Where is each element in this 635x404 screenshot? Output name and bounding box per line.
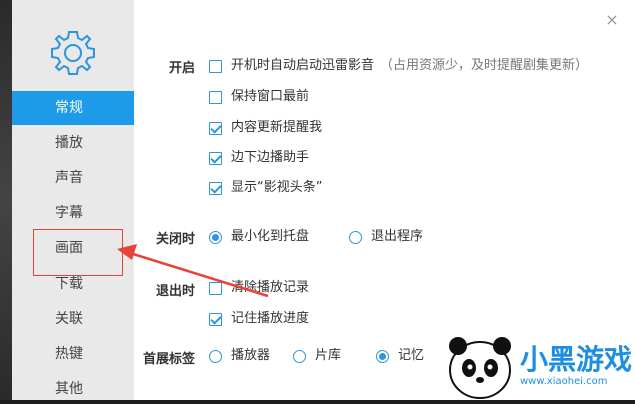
radio-minimize-to-tray[interactable]: 最小化到托盘 [209,227,309,247]
panda-logo-icon [449,337,511,399]
section-label-on-exit: 退出时 [155,284,195,299]
radio-circle[interactable] [376,349,389,363]
radio-exit-program[interactable]: 退出程序 [349,227,423,247]
section-label-startup: 开启 [168,61,195,76]
radio-circle[interactable] [293,349,306,363]
checkbox-always-on-top[interactable]: 保持窗口最前 [209,87,309,107]
checkbox-autostart[interactable]: 开机时自动启动迅雷影音 （占用资源少，及时提醒剧集更新） [209,56,588,76]
watermark-url: www.xiaohei.com [520,376,608,387]
checkbox-box[interactable] [209,312,222,326]
checkbox-label: 开机时自动启动迅雷影音 [231,58,375,73]
checkbox-box[interactable] [209,121,222,135]
checkbox-box[interactable] [209,151,222,165]
annotation-highlight-box [33,229,123,276]
site-watermark: 小黑游戏 www.xiaohei.com [440,318,635,400]
section-label-on-close: 关闭时 [155,232,195,247]
checkbox-label: 记住播放进度 [231,311,310,326]
checkbox-box[interactable] [209,90,222,104]
checkbox-update-notify[interactable]: 内容更新提醒我 [209,118,322,138]
checkbox-stream-helper[interactable]: 边下边播助手 [209,148,309,168]
watermark-title: 小黑游戏 [520,343,633,376]
radio-circle[interactable] [209,230,222,244]
checkbox-box[interactable] [209,181,222,195]
checkbox-label: 显示“影视头条” [231,180,323,195]
gear-icon [48,28,98,78]
radio-circle[interactable] [349,230,362,244]
checkbox-label: 保持窗口最前 [231,89,310,104]
radio-label: 退出程序 [371,229,424,244]
background-window-edge [0,0,12,400]
checkbox-label: 清除播放记录 [231,280,310,295]
radio-label: 最小化到托盘 [231,229,310,244]
radio-label: 播放器 [231,348,271,363]
checkbox-show-headlines[interactable]: 显示“影视头条” [209,178,322,198]
close-icon[interactable]: × [605,12,619,28]
radio-label: 记忆 [398,348,425,363]
checkbox-box[interactable] [209,59,222,73]
checkbox-remember-progress[interactable]: 记住播放进度 [209,309,309,329]
sidebar-item-other[interactable]: 其他 [12,372,134,400]
checkbox-label: 边下边播助手 [231,150,310,165]
section-label-home-tab: 首展标签 [142,352,195,367]
radio-home-player[interactable]: 播放器 [209,346,270,366]
sidebar-item-association[interactable]: 关联 [12,302,134,336]
checkbox-box[interactable] [209,281,222,295]
checkbox-label: 内容更新提醒我 [231,120,323,135]
checkbox-hint: （占用资源少，及时提醒剧集更新） [380,58,589,73]
sidebar-item-general[interactable]: 常规 [12,91,134,125]
checkbox-clear-history[interactable]: 清除播放记录 [209,278,309,298]
radio-home-library[interactable]: 片库 [293,346,341,366]
radio-home-memory[interactable]: 记忆 [376,346,424,366]
sidebar-item-playback[interactable]: 播放 [12,126,134,160]
radio-label: 片库 [315,348,342,363]
sidebar-item-subtitles[interactable]: 字幕 [12,196,134,230]
sidebar-item-sound[interactable]: 声音 [12,161,134,195]
radio-circle[interactable] [209,349,222,363]
